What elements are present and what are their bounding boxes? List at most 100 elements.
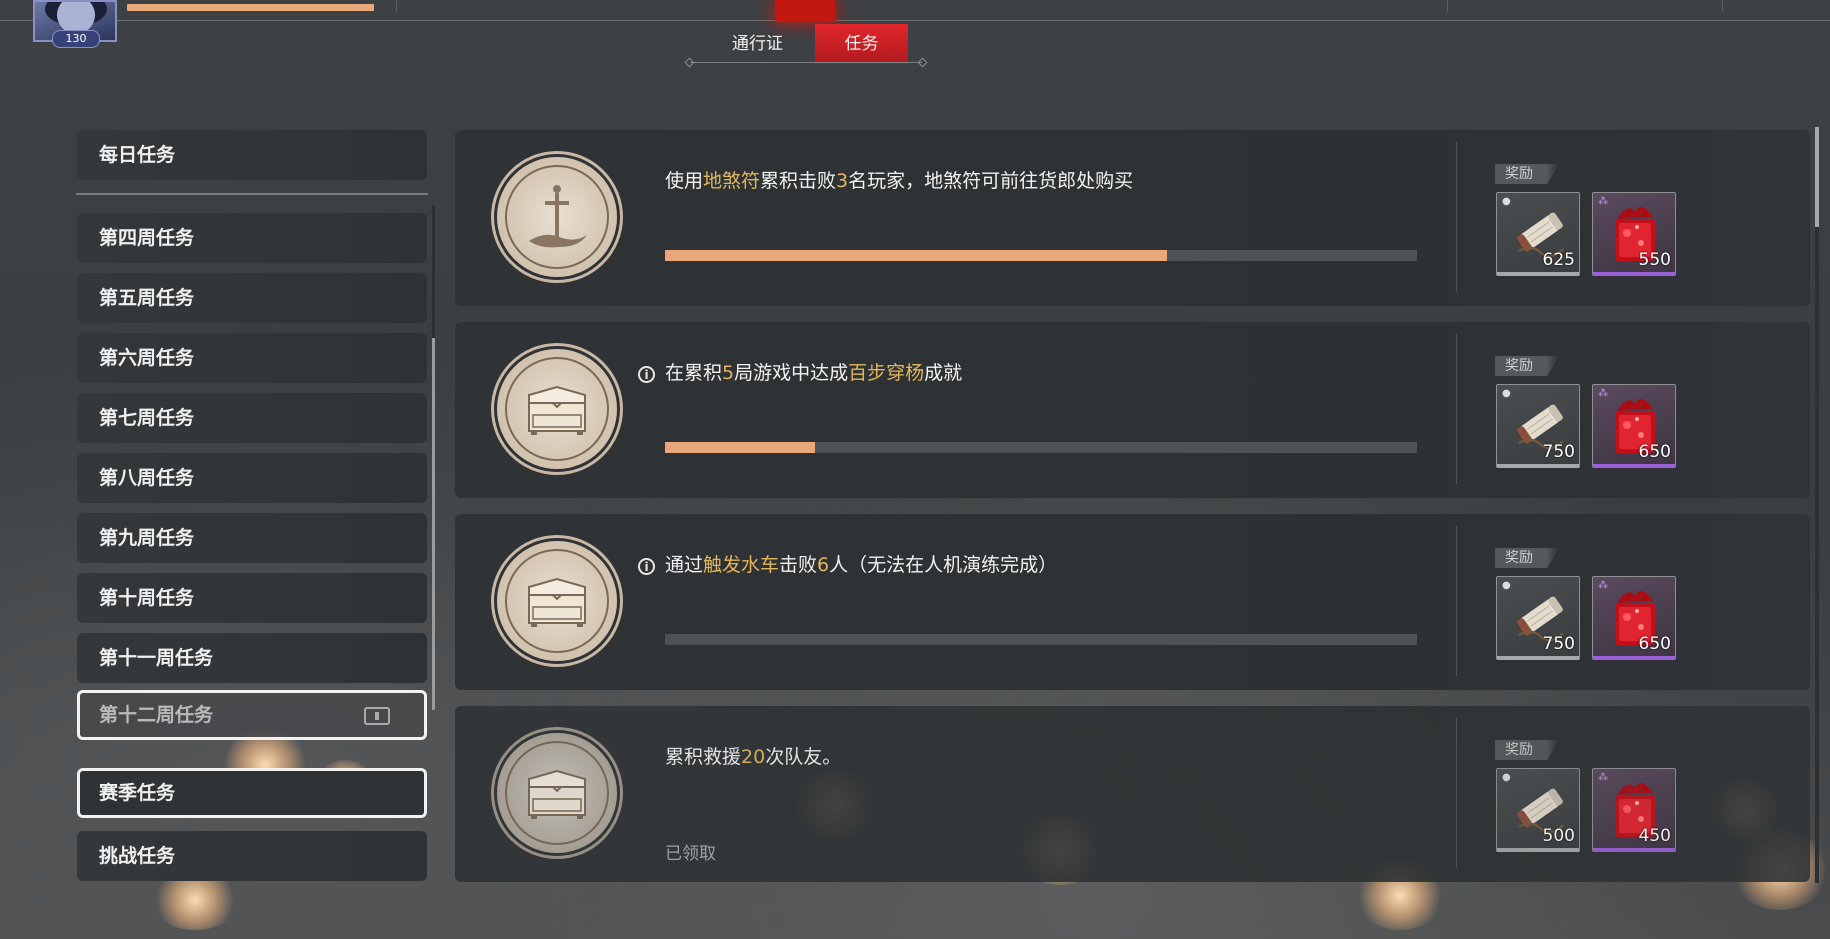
avatar-face — [57, 2, 95, 34]
xp-bar-fill — [127, 4, 374, 11]
rarity-triple-icon: ⁂ — [1598, 580, 1608, 591]
reward-gem-item[interactable]: ⁂ 650 — [1592, 384, 1676, 468]
reward-count: 550 — [1638, 250, 1671, 270]
task-list-scroll-thumb[interactable] — [1815, 127, 1819, 227]
reward-count: 650 — [1638, 634, 1671, 654]
sidebar-item-season[interactable]: 赛季任务 — [77, 768, 427, 818]
task-progress-fill — [665, 442, 816, 453]
task-status: 已领取 — [665, 844, 716, 864]
task-highlight: 触发水车 — [703, 554, 780, 576]
sidebar-scroll-thumb[interactable] — [432, 338, 435, 710]
task-text-segment: 累积击败 — [760, 170, 837, 192]
task-description: 累积救援20次队友。 — [665, 742, 841, 769]
sword-icon — [497, 157, 617, 277]
task-progress-bar — [665, 250, 1417, 261]
sidebar-item-week11[interactable]: 第十一周任务 — [77, 633, 427, 683]
reward-count: 625 — [1542, 250, 1575, 270]
top-divider — [1447, 0, 1448, 12]
top-bar-line — [0, 20, 1830, 21]
reward-label: 奖励 — [1495, 164, 1559, 184]
task-divider — [1456, 334, 1457, 484]
task-divider — [1456, 142, 1457, 292]
task-card[interactable]: i在累积5局游戏中达成百步穿杨成就1/5奖励●750⁂650 — [455, 322, 1810, 498]
task-text-segment: 通过 — [665, 554, 704, 576]
rarity-triple-icon: ⁂ — [1598, 388, 1608, 399]
chest-icon — [497, 541, 617, 661]
task-progress-bar — [665, 634, 1417, 645]
reward-label: 奖励 — [1495, 356, 1559, 376]
reward-scroll-item[interactable]: ● 500 — [1496, 768, 1580, 852]
sidebar-item-week6[interactable]: 第六周任务 — [77, 333, 427, 383]
reward-label: 奖励 — [1495, 548, 1559, 568]
task-text-segment: 击败 — [779, 554, 818, 576]
task-text-segment: 局游戏中达成 — [734, 362, 849, 384]
info-icon[interactable]: i — [638, 558, 655, 575]
sidebar-divider — [76, 193, 428, 195]
task-text-segment: 次队友。 — [765, 746, 842, 768]
task-highlight: 20 — [741, 746, 766, 768]
info-icon[interactable]: i — [638, 366, 655, 383]
sidebar-item-week12[interactable]: 第十二周任务 — [77, 690, 427, 740]
reward-count: 750 — [1542, 634, 1575, 654]
reward-gem-item[interactable]: ⁂ 550 — [1592, 192, 1676, 276]
task-card[interactable]: 使用地煞符累积击败3名玩家，地煞符可前往货郎处购买2/3奖励●625⁂550 — [455, 130, 1810, 306]
task-highlight: 6 — [817, 554, 830, 576]
rarity-drop-icon: ● — [1502, 580, 1511, 591]
rarity-drop-icon: ● — [1502, 772, 1511, 783]
sidebar-item-label: 第十二周任务 — [99, 704, 214, 726]
sidebar-item-week5[interactable]: 第五周任务 — [77, 273, 427, 323]
reward-gem-item[interactable]: ⁂ 650 — [1592, 576, 1676, 660]
reward-scroll-item[interactable]: ● 750 — [1496, 576, 1580, 660]
reward-scroll-item[interactable]: ● 625 — [1496, 192, 1580, 276]
sidebar-item-week7[interactable]: 第七周任务 — [77, 393, 427, 443]
top-divider — [396, 0, 397, 12]
sidebar-item-week4[interactable]: 第四周任务 — [77, 213, 427, 263]
task-card[interactable]: 累积救援20次队友。已领取 奖励 ● 500 ⁂ 450 — [455, 706, 1810, 882]
task-card[interactable]: i通过触发水车击败6人（无法在人机演练完成）0/6奖励●750⁂650 — [455, 514, 1810, 690]
task-text-segment: 累积救援 — [665, 746, 742, 768]
task-description: 通过触发水车击败6人（无法在人机演练完成） — [665, 550, 1057, 577]
top-divider — [1722, 0, 1723, 12]
rarity-triple-icon: ⁂ — [1598, 196, 1608, 207]
tab-pass[interactable]: 通行证 — [700, 24, 815, 64]
rarity-triple-icon: ⁂ — [1598, 772, 1608, 783]
chest-icon — [497, 349, 617, 469]
task-divider — [1456, 718, 1457, 868]
sidebar-item-challenge[interactable]: 挑战任务 — [77, 831, 427, 881]
task-list-scrollbar[interactable] — [1815, 127, 1819, 883]
tab-tasks[interactable]: 任务 — [815, 24, 908, 64]
rarity-drop-icon: ● — [1502, 388, 1511, 399]
sidebar-item-week9[interactable]: 第九周任务 — [77, 513, 427, 563]
reward-count: 750 — [1542, 442, 1575, 462]
locked-icon — [364, 707, 390, 725]
task-description: 使用地煞符累积击败3名玩家，地煞符可前往货郎处购买 — [665, 166, 1133, 193]
task-text-segment: 人（无法在人机演练完成） — [829, 554, 1058, 576]
task-divider — [1456, 526, 1457, 676]
sidebar-item-week8[interactable]: 第八周任务 — [77, 453, 427, 503]
top-tabs: 通行证 任务 — [700, 24, 908, 64]
sidebar-item-daily[interactable]: 每日任务 — [77, 130, 427, 180]
task-highlight: 百步穿杨 — [848, 362, 925, 384]
task-highlight: 3 — [836, 170, 849, 192]
task-highlight: 地煞符 — [703, 170, 761, 192]
task-progress-fill — [665, 250, 1167, 261]
reward-count: 450 — [1638, 826, 1671, 846]
rarity-drop-icon: ● — [1502, 196, 1511, 207]
reward-scroll-item[interactable]: ● 750 — [1496, 384, 1580, 468]
tab-underline — [690, 62, 922, 63]
reward-count: 650 — [1638, 442, 1671, 462]
task-description: 在累积5局游戏中达成百步穿杨成就 — [665, 358, 962, 385]
task-text-segment: 在累积 — [665, 362, 723, 384]
task-progress-bar — [665, 442, 1417, 453]
task-text-segment: 使用 — [665, 170, 704, 192]
task-highlight: 5 — [722, 362, 735, 384]
reward-count: 500 — [1542, 826, 1575, 846]
task-text-segment: 名玩家，地煞符可前往货郎处购买 — [848, 170, 1134, 192]
chest-icon — [497, 733, 617, 853]
reward-label: 奖励 — [1495, 740, 1559, 760]
player-level-badge: 130 — [52, 30, 100, 48]
sidebar-item-week10[interactable]: 第十周任务 — [77, 573, 427, 623]
top-center-glow — [775, 0, 835, 22]
task-text-segment: 成就 — [924, 362, 963, 384]
reward-gem-item[interactable]: ⁂ 450 — [1592, 768, 1676, 852]
